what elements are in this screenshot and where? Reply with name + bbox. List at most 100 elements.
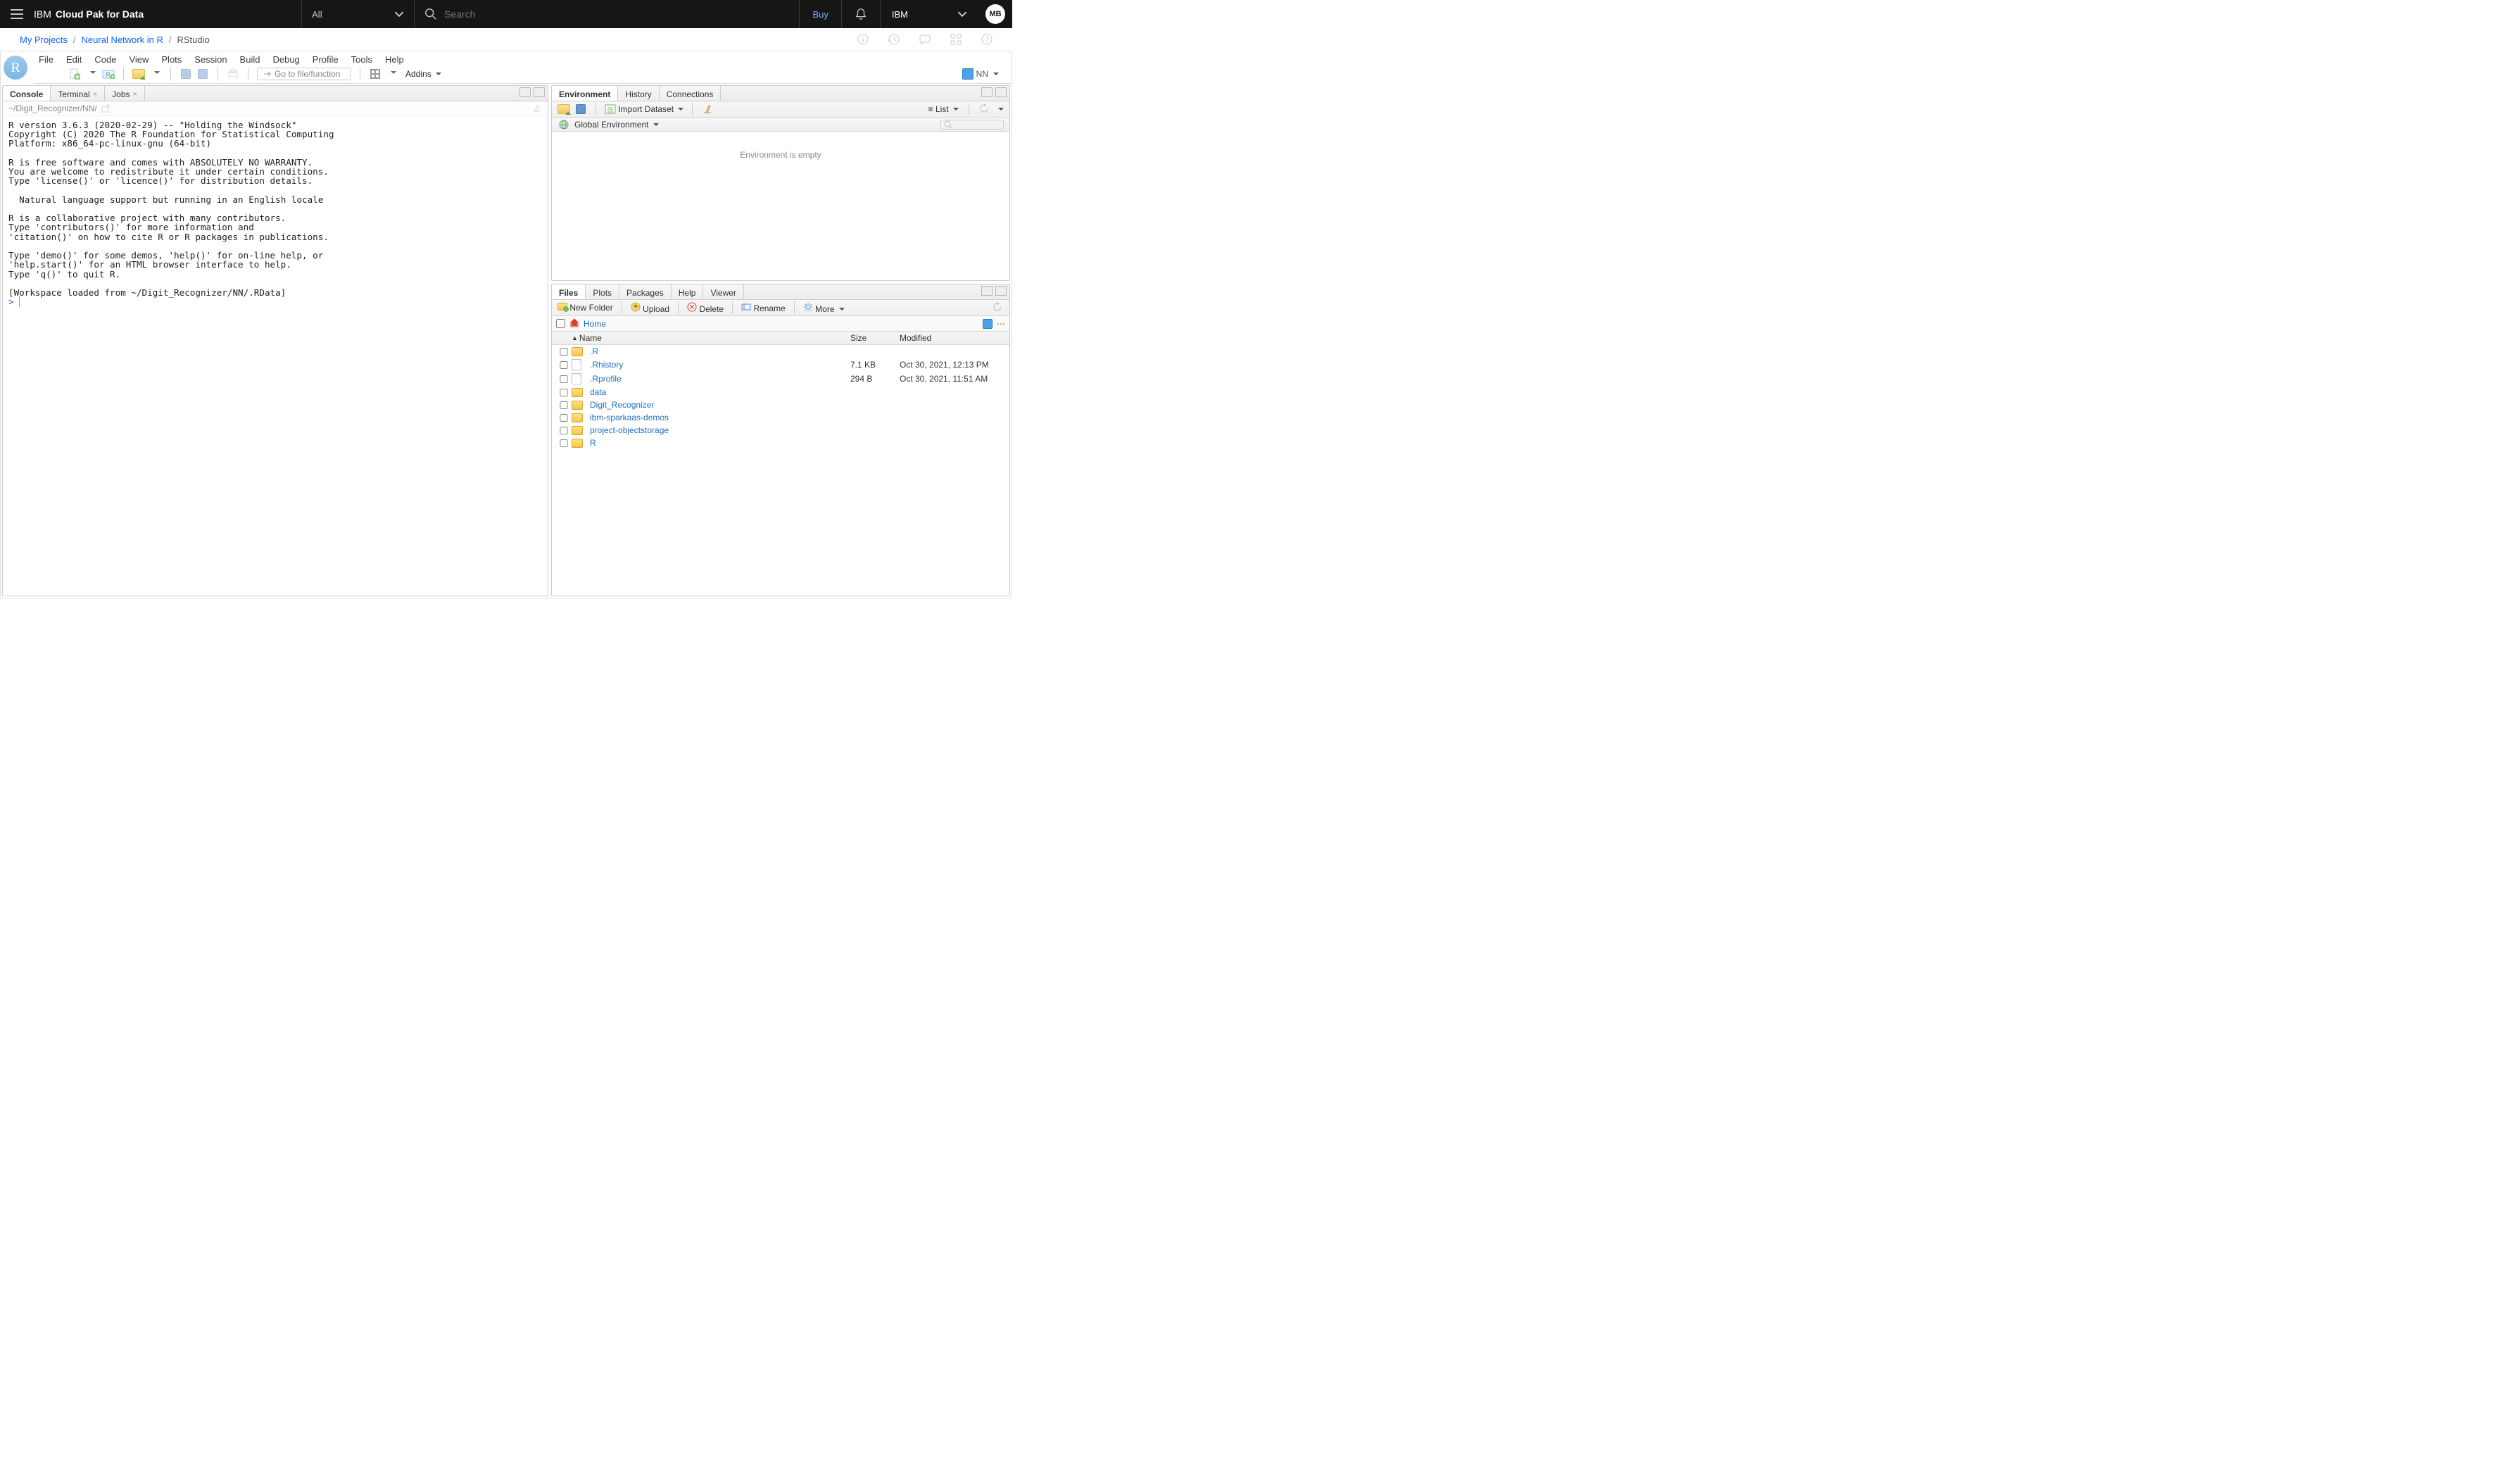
- file-name[interactable]: .R: [590, 346, 850, 356]
- notifications-button[interactable]: [841, 0, 880, 28]
- file-name[interactable]: Digit_Recognizer: [590, 400, 850, 410]
- table-row[interactable]: ibm-sparkaas-demos: [552, 411, 1009, 424]
- pane-window-buttons[interactable]: [981, 87, 1007, 97]
- row-checkbox[interactable]: [557, 427, 571, 434]
- search-input[interactable]: [444, 8, 789, 20]
- menu-build[interactable]: Build: [240, 54, 260, 65]
- clear-console-icon[interactable]: [531, 103, 542, 114]
- menu-edit[interactable]: Edit: [66, 54, 82, 65]
- row-checkbox[interactable]: [557, 348, 571, 356]
- minimize-icon[interactable]: [519, 87, 531, 97]
- row-checkbox[interactable]: [557, 389, 571, 396]
- file-name[interactable]: data: [590, 387, 850, 397]
- save-workspace-button[interactable]: [574, 103, 587, 115]
- open-recent-dropdown[interactable]: [149, 68, 162, 80]
- env-search[interactable]: [940, 120, 1004, 130]
- more-button[interactable]: More: [803, 302, 845, 314]
- tab-plots[interactable]: Plots: [586, 284, 619, 299]
- breadcrumb-home[interactable]: Home: [584, 319, 606, 329]
- header-filter[interactable]: All: [301, 0, 414, 28]
- new-file-button[interactable]: [68, 68, 81, 80]
- file-name[interactable]: ibm-sparkaas-demos: [590, 413, 850, 422]
- env-settings-dropdown[interactable]: [996, 104, 1004, 114]
- tab-viewer[interactable]: Viewer: [703, 284, 743, 299]
- panel-layout-button[interactable]: [369, 68, 382, 80]
- clear-env-button[interactable]: [701, 103, 714, 115]
- project-menu[interactable]: NN: [962, 68, 1006, 80]
- tab-console[interactable]: Console: [3, 86, 51, 101]
- refresh-button[interactable]: [993, 302, 1004, 313]
- menu-debug[interactable]: Debug: [272, 54, 299, 65]
- goto-file-function[interactable]: Go to file/function: [257, 68, 351, 80]
- col-name[interactable]: Name: [579, 333, 602, 343]
- header-search[interactable]: [414, 0, 799, 28]
- refresh-button[interactable]: [979, 104, 990, 115]
- row-checkbox[interactable]: [557, 375, 571, 383]
- account-switcher[interactable]: IBM: [880, 0, 978, 28]
- table-row[interactable]: Digit_Recognizer: [552, 399, 1009, 411]
- delete-button[interactable]: Delete: [687, 302, 724, 314]
- table-row[interactable]: project-objectstorage: [552, 424, 1009, 437]
- table-row[interactable]: data: [552, 386, 1009, 399]
- popout-icon[interactable]: [101, 104, 111, 113]
- breadcrumb-item[interactable]: My Projects: [20, 35, 68, 45]
- new-folder-button[interactable]: New Folder: [557, 303, 613, 313]
- row-checkbox[interactable]: [557, 401, 571, 409]
- tab-jobs[interactable]: Jobs×: [105, 86, 145, 101]
- tab-connections[interactable]: Connections: [660, 86, 722, 101]
- col-modified[interactable]: Modified: [900, 333, 1005, 343]
- file-name[interactable]: .Rhistory: [590, 360, 850, 370]
- save-all-button[interactable]: [196, 68, 209, 80]
- col-size[interactable]: Size: [850, 333, 900, 343]
- env-scope[interactable]: Global Environment: [574, 120, 659, 130]
- menu-profile[interactable]: Profile: [313, 54, 339, 65]
- table-row[interactable]: R: [552, 437, 1009, 449]
- row-checkbox[interactable]: [557, 414, 571, 422]
- table-row[interactable]: .R: [552, 345, 1009, 358]
- maximize-icon[interactable]: [534, 87, 545, 97]
- menu-code[interactable]: Code: [94, 54, 116, 65]
- addins-button[interactable]: Addins: [405, 69, 441, 79]
- help-icon[interactable]: [981, 34, 993, 45]
- more-dots[interactable]: ⋯: [997, 319, 1005, 329]
- maximize-icon[interactable]: [995, 87, 1007, 97]
- upload-button[interactable]: Upload: [631, 302, 669, 314]
- pane-window-buttons[interactable]: [519, 87, 545, 97]
- tab-packages[interactable]: Packages: [619, 284, 672, 299]
- maximize-icon[interactable]: [995, 286, 1007, 296]
- row-checkbox[interactable]: [557, 439, 571, 447]
- row-checkbox[interactable]: [557, 361, 571, 369]
- buy-link[interactable]: Buy: [799, 0, 840, 28]
- tab-history[interactable]: History: [618, 86, 659, 101]
- history-icon[interactable]: [888, 34, 900, 45]
- hamburger-menu[interactable]: [0, 0, 34, 28]
- table-row[interactable]: .Rprofile294 BOct 30, 2021, 11:51 AM: [552, 372, 1009, 386]
- console-body[interactable]: R version 3.6.3 (2020-02-29) -- "Holding…: [3, 116, 548, 596]
- minimize-icon[interactable]: [981, 87, 993, 97]
- minimize-icon[interactable]: [981, 286, 993, 296]
- chat-icon[interactable]: [919, 34, 931, 45]
- panel-layout-dropdown[interactable]: [386, 68, 398, 80]
- load-workspace-button[interactable]: [557, 103, 570, 115]
- rename-button[interactable]: Rename: [741, 303, 786, 313]
- table-row[interactable]: .Rhistory7.1 KBOct 30, 2021, 12:13 PM: [552, 358, 1009, 372]
- grid-icon[interactable]: [950, 34, 962, 45]
- close-icon[interactable]: ×: [93, 90, 97, 99]
- menu-view[interactable]: View: [129, 54, 149, 65]
- info-icon[interactable]: [857, 34, 869, 45]
- print-button[interactable]: [227, 68, 239, 80]
- breadcrumb-item[interactable]: Neural Network in R: [82, 35, 163, 45]
- tab-environment[interactable]: Environment: [552, 86, 618, 101]
- close-icon[interactable]: ×: [133, 90, 137, 99]
- menu-plots[interactable]: Plots: [161, 54, 182, 65]
- env-viewmode[interactable]: ≡ List: [928, 104, 959, 114]
- home-icon[interactable]: [569, 318, 579, 330]
- tab-help[interactable]: Help: [672, 284, 704, 299]
- menu-file[interactable]: File: [39, 54, 53, 65]
- menu-help[interactable]: Help: [385, 54, 404, 65]
- import-dataset-button[interactable]: Import Dataset: [605, 104, 683, 114]
- open-file-button[interactable]: [132, 68, 145, 80]
- pane-window-buttons[interactable]: [981, 286, 1007, 296]
- new-project-button[interactable]: R: [102, 68, 115, 80]
- file-name[interactable]: R: [590, 438, 850, 448]
